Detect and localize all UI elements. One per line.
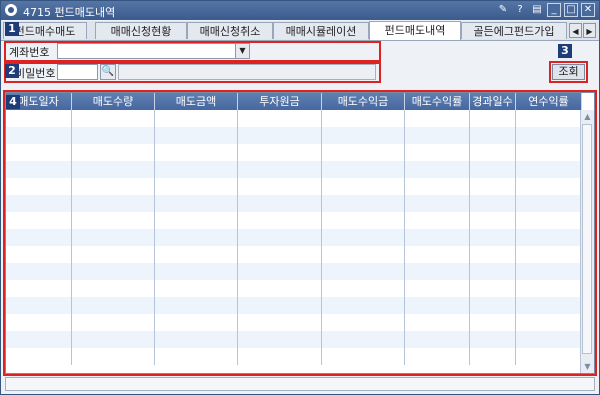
marker-3: 3 [558, 44, 572, 58]
pin-icon[interactable]: ✎ [496, 3, 510, 17]
menu-icon[interactable]: ▤ [530, 3, 544, 17]
fund-sale-history-window: 4715 펀드매도내역 ✎ ? ▤ _ □ ✕ 펀드매수매도 매매신청현황 매매… [0, 0, 600, 395]
app-icon [5, 4, 17, 16]
marker-4: 4 [6, 95, 20, 109]
tab-fund-sale-history[interactable]: 펀드매도내역 [369, 21, 461, 40]
window-title: 4715 펀드매도내역 [23, 6, 116, 19]
help-icon[interactable]: ? [513, 3, 527, 17]
maximize-icon[interactable]: □ [564, 3, 578, 17]
title-bar[interactable]: 4715 펀드매도내역 ✎ ? ▤ _ □ ✕ [1, 1, 599, 20]
minimize-icon[interactable]: _ [547, 3, 561, 17]
highlight-account-row [4, 41, 381, 62]
tab-trade-request-status[interactable]: 매매신청현황 [95, 22, 187, 39]
highlight-password-row [4, 62, 381, 83]
tab-bar: 펀드매수매도 매매신청현황 매매신청취소 매매시뮬레이션 펀드매도내역 골든에그… [1, 21, 599, 41]
tab-scroll-left-icon[interactable]: ◀ [569, 23, 582, 38]
marker-2: 2 [5, 64, 19, 78]
highlight-grid [3, 90, 597, 376]
status-bar [5, 377, 595, 391]
close-icon[interactable]: ✕ [581, 3, 595, 17]
tab-trade-simulation[interactable]: 매매시뮬레이션 [273, 22, 369, 39]
marker-1: 1 [5, 22, 19, 36]
tab-golden-egg-fund[interactable]: 골든에그펀드가입 [461, 22, 567, 39]
query-button[interactable]: 조회 [552, 64, 585, 80]
tab-scroll-right-icon[interactable]: ▶ [583, 23, 596, 38]
tab-trade-request-cancel[interactable]: 매매신청취소 [187, 22, 273, 39]
